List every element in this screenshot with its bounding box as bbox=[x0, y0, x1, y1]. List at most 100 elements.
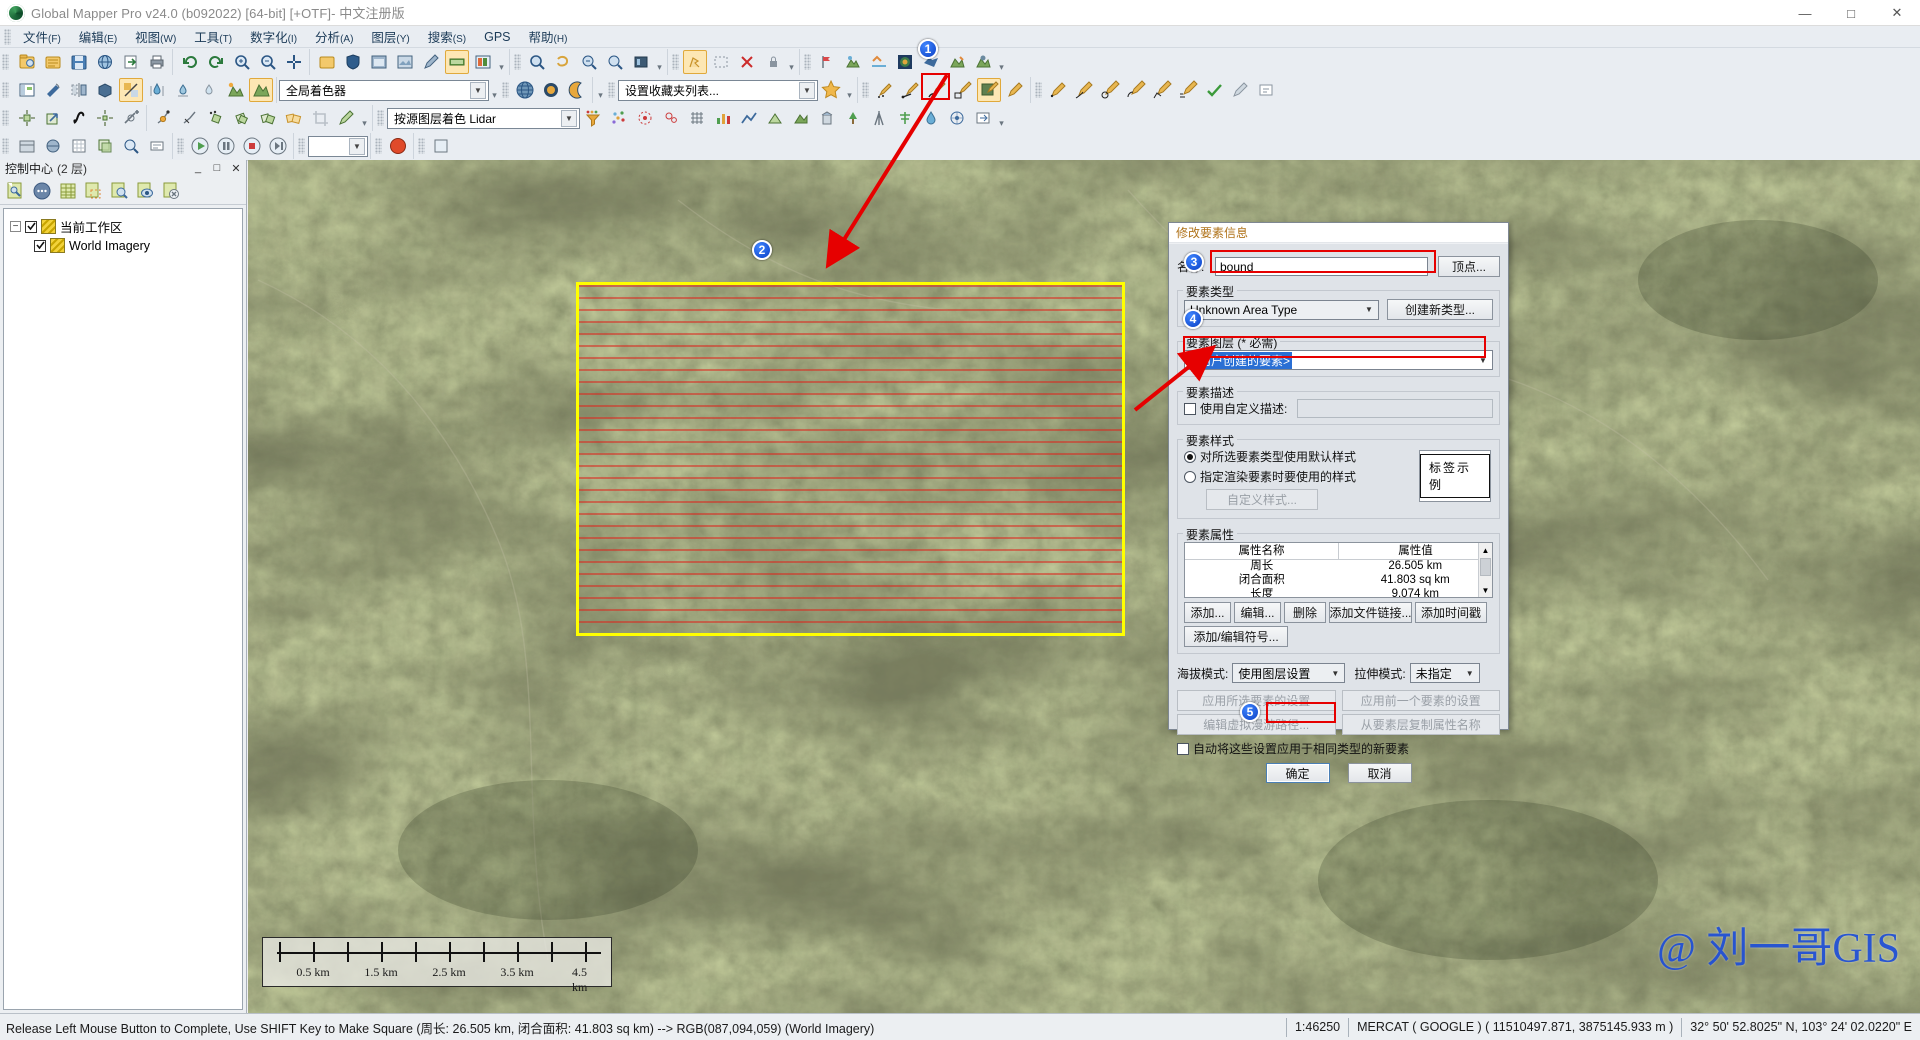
add-vertex-icon[interactable] bbox=[119, 106, 143, 130]
lidar-stats-icon[interactable] bbox=[711, 106, 735, 130]
image-window-icon[interactable] bbox=[367, 50, 391, 74]
attr-file-link-button[interactable]: 添加文件链接... bbox=[1329, 602, 1412, 623]
raster-palette-icon[interactable] bbox=[471, 50, 495, 74]
lidar-points-icon[interactable] bbox=[607, 106, 631, 130]
attr-edit-button[interactable]: 编辑... bbox=[1234, 602, 1281, 623]
layer-close-icon[interactable] bbox=[160, 179, 184, 203]
measure-arc-icon[interactable] bbox=[1124, 78, 1148, 102]
cc-minimize-button[interactable]: _ bbox=[191, 161, 205, 175]
chevron-down-icon-type[interactable]: ▼ bbox=[1361, 302, 1377, 318]
open-online-icon[interactable] bbox=[93, 50, 117, 74]
tree-node-workspace[interactable]: − 当前工作区 bbox=[10, 217, 236, 236]
attr-timestamp-button[interactable]: 添加时间戳 bbox=[1415, 602, 1487, 623]
align-feature-icon[interactable] bbox=[282, 106, 306, 130]
maximize-button[interactable]: □ bbox=[1828, 0, 1874, 26]
cc-close-button[interactable]: ✕ bbox=[229, 161, 243, 175]
image-thumb-icon[interactable] bbox=[393, 50, 417, 74]
pan-icon[interactable] bbox=[282, 50, 306, 74]
style-custom-radio[interactable] bbox=[1184, 470, 1196, 483]
duplicate-feature-icon[interactable] bbox=[256, 106, 280, 130]
open-data-file-icon[interactable] bbox=[15, 50, 39, 74]
tree-node-world-imagery[interactable]: World Imagery bbox=[34, 236, 236, 255]
zoom-out-icon[interactable] bbox=[256, 50, 280, 74]
toolbar-overflow-icon-9[interactable]: ▾ bbox=[595, 79, 606, 101]
toolbar-overflow-icon-17[interactable]: ▾ bbox=[996, 107, 1007, 129]
folder-icon[interactable] bbox=[315, 50, 339, 74]
auto-apply-row[interactable]: 自动将这些设置应用于相同类型的新要素 bbox=[1177, 740, 1500, 757]
copy-feature-icon[interactable] bbox=[204, 106, 228, 130]
globe-icon[interactable] bbox=[513, 78, 537, 102]
chevron-down-icon-3[interactable]: ▼ bbox=[561, 109, 577, 127]
menu-layer[interactable]: 图层(Y) bbox=[362, 25, 418, 48]
save-workspace-icon[interactable] bbox=[67, 50, 91, 74]
stop-icon[interactable] bbox=[240, 134, 264, 158]
lidar-water-icon[interactable] bbox=[919, 106, 943, 130]
panel-toggle-icon[interactable] bbox=[15, 78, 39, 102]
snap-node-icon[interactable] bbox=[152, 106, 176, 130]
misc-tool-icon[interactable] bbox=[429, 134, 453, 158]
attr-add-button[interactable]: 添加... bbox=[1184, 602, 1231, 623]
shader-combo[interactable]: 全局着色器 ▼ bbox=[279, 79, 489, 101]
layer-checkbox[interactable] bbox=[25, 220, 37, 233]
map-catalog-icon[interactable] bbox=[15, 134, 39, 158]
water-drop-terrain-icon[interactable] bbox=[841, 50, 865, 74]
layer-find-icon[interactable] bbox=[108, 179, 132, 203]
menu-tools[interactable]: 工具(T) bbox=[185, 25, 241, 48]
elev-mode-select[interactable]: 使用图层设置 ▼ bbox=[1232, 663, 1346, 683]
chevron-down-icon[interactable]: ▼ bbox=[470, 81, 486, 99]
view-point-icon[interactable] bbox=[971, 50, 995, 74]
map-label-icon[interactable] bbox=[145, 134, 169, 158]
toolbar-overflow-icon-15[interactable]: ▾ bbox=[359, 107, 370, 129]
table-row[interactable]: 长度 9.074 km bbox=[1185, 588, 1492, 597]
measure-edit-icon[interactable] bbox=[1228, 78, 1252, 102]
toolbar-overflow-icon-2[interactable]: ▾ bbox=[654, 51, 665, 73]
auto-apply-checkbox[interactable] bbox=[1177, 742, 1189, 755]
lock-feature-icon[interactable] bbox=[761, 50, 785, 74]
toolbar-overflow-icon-3[interactable]: ▾ bbox=[786, 51, 797, 73]
menu-analysis[interactable]: 分析(A) bbox=[306, 25, 362, 48]
terrain-shade-icon[interactable] bbox=[249, 78, 273, 102]
zoom-full-icon[interactable] bbox=[603, 50, 627, 74]
measure-text-icon[interactable] bbox=[1254, 78, 1278, 102]
3d-view-icon[interactable] bbox=[629, 50, 653, 74]
step-forward-icon[interactable] bbox=[266, 134, 290, 158]
moon-icon[interactable] bbox=[565, 78, 589, 102]
chevron-down-icon-extrude[interactable]: ▼ bbox=[1462, 665, 1478, 681]
lidar-scan-icon[interactable] bbox=[945, 106, 969, 130]
scroll-down-icon[interactable]: ▼ bbox=[1479, 583, 1492, 597]
render-color-icon[interactable] bbox=[386, 134, 410, 158]
zoom-prev-icon[interactable] bbox=[577, 50, 601, 74]
print-icon[interactable] bbox=[145, 50, 169, 74]
digitize-area-icon[interactable] bbox=[925, 78, 949, 102]
lidar-extract-icon[interactable] bbox=[789, 106, 813, 130]
map-grid-icon[interactable] bbox=[67, 134, 91, 158]
measure-check-icon[interactable] bbox=[1202, 78, 1226, 102]
layer-options-icon[interactable] bbox=[4, 179, 28, 203]
menu-digitizer[interactable]: 数字化(I) bbox=[241, 25, 306, 48]
ok-button[interactable]: 确定 bbox=[1265, 763, 1330, 783]
table-row[interactable]: 闭合面积 41.803 sq km bbox=[1185, 574, 1492, 588]
lidar-cluster-icon[interactable] bbox=[659, 106, 683, 130]
chevron-down-icon-2[interactable]: ▼ bbox=[799, 81, 815, 99]
feature-layer-select[interactable]: <用户创建的要素> ▼ bbox=[1184, 350, 1493, 370]
feature-type-select[interactable]: Unknown Area Type ▼ bbox=[1184, 299, 1379, 320]
digitize-point-icon[interactable] bbox=[873, 78, 897, 102]
extrude-mode-select[interactable]: 未指定 ▼ bbox=[1409, 663, 1480, 683]
zoom-tool-icon[interactable] bbox=[525, 50, 549, 74]
attr-delete-button[interactable]: 删除 bbox=[1284, 602, 1326, 623]
gradient-bar-icon[interactable] bbox=[445, 50, 469, 74]
minimize-button[interactable]: — bbox=[1782, 0, 1828, 26]
close-button[interactable]: ✕ bbox=[1874, 0, 1920, 26]
lidar-tin-icon[interactable] bbox=[763, 106, 787, 130]
map-cover-icon[interactable] bbox=[41, 134, 65, 158]
lidar-tower-icon[interactable] bbox=[867, 106, 891, 130]
water-drain-icon[interactable] bbox=[197, 78, 221, 102]
time-combo[interactable]: ▼ bbox=[308, 135, 368, 157]
measure-pen-icon[interactable] bbox=[419, 50, 443, 74]
status-projection[interactable]: MERCAT ( GOOGLE ) ( 11510497.871, 387514… bbox=[1348, 1017, 1681, 1037]
rotate-feature-icon[interactable] bbox=[230, 106, 254, 130]
menu-search[interactable]: 搜索(S) bbox=[419, 25, 475, 48]
use-custom-desc-checkbox[interactable] bbox=[1184, 402, 1196, 415]
menu-help[interactable]: 帮助(H) bbox=[520, 25, 577, 48]
lidar-grid-icon[interactable] bbox=[685, 106, 709, 130]
